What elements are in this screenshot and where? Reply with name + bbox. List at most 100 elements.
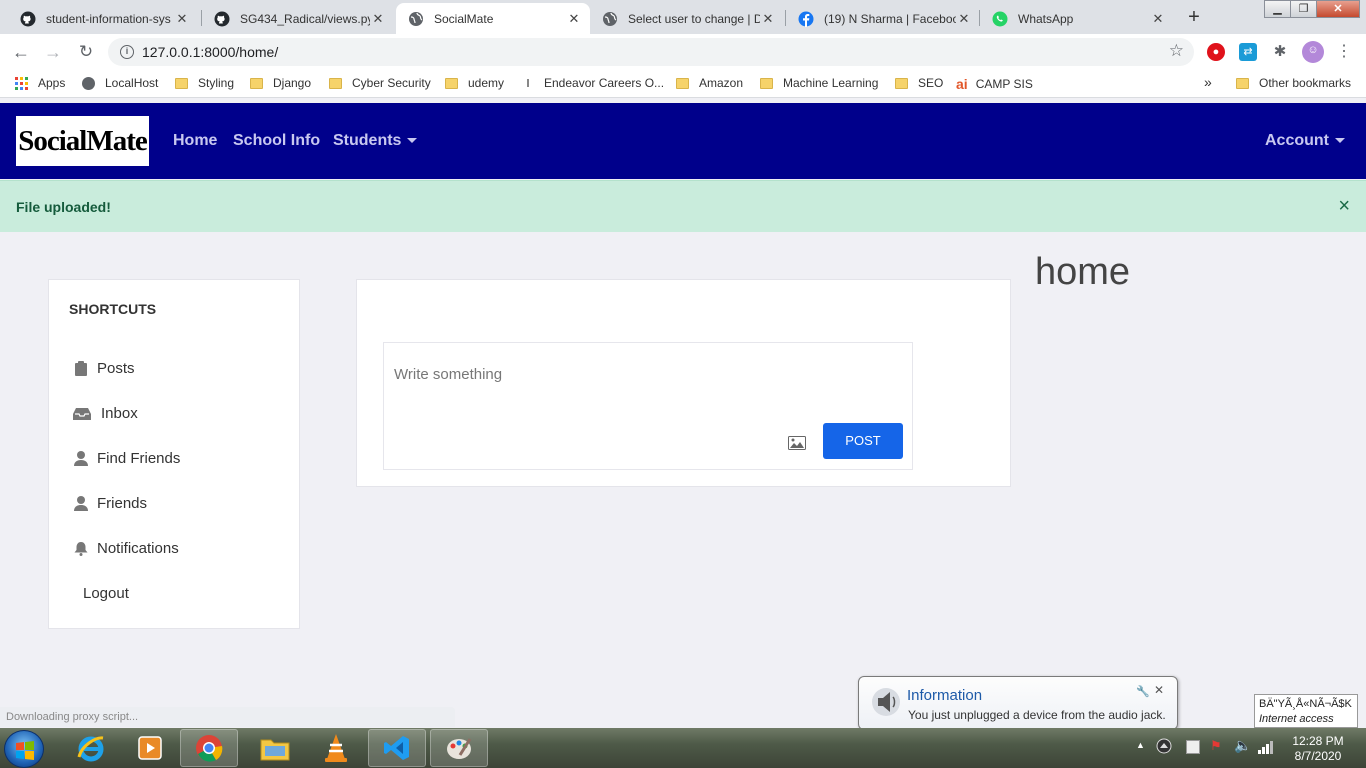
close-window-button[interactable]: ✕ [1316, 0, 1360, 18]
sidebar-item-find-friends[interactable]: Find Friends [73, 450, 180, 467]
close-tab-icon[interactable]: ✕ [956, 11, 972, 27]
new-tab-button[interactable]: + [1182, 6, 1206, 30]
folder-icon [1236, 77, 1249, 89]
tab-whatsapp[interactable]: WhatsApp ✕ [980, 3, 1174, 34]
internet-explorer-icon[interactable] [62, 729, 120, 767]
show-hidden-icons-arrow[interactable]: ▲ [1136, 740, 1145, 750]
globe-icon [82, 76, 95, 90]
sidebar-item-label: Posts [97, 360, 135, 377]
image-upload-icon[interactable] [788, 436, 806, 450]
chrome-taskbar-icon[interactable] [180, 729, 238, 767]
clock-date: 8/7/2020 [1294, 749, 1342, 763]
tab-title: WhatsApp [1018, 11, 1074, 26]
bookmark-other[interactable]: Other bookmarks [1236, 76, 1351, 90]
media-player-icon[interactable] [121, 729, 179, 767]
reload-icon[interactable]: ↻ [75, 42, 97, 62]
bookmark-endeavor[interactable]: Endeavor Careers O... [527, 76, 664, 90]
folder-icon [329, 77, 342, 89]
address-bar[interactable]: i 127.0.0.1:8000/home/ ☆ [108, 38, 1194, 66]
shortcuts-sidebar: SHORTCUTS Posts Inbox Find Friends Frien… [48, 279, 300, 629]
paint-icon[interactable] [430, 729, 488, 767]
alert-close-icon[interactable]: × [1338, 195, 1350, 218]
sidebar-item-label: Friends [97, 495, 148, 512]
close-tab-icon[interactable]: ✕ [566, 11, 582, 27]
bookmark-label: Endeavor Careers O... [544, 76, 665, 90]
nav-students-dropdown[interactable]: Students [333, 132, 418, 150]
tab-select-user[interactable]: Select user to change | D ✕ [590, 3, 784, 34]
translate-extension-icon[interactable]: ⇄ [1239, 43, 1257, 61]
taskbar-clock[interactable]: 12:28 PM 8/7/2020 [1284, 734, 1352, 764]
bookmark-cyber-security[interactable]: Cyber Security [329, 76, 431, 90]
bookmark-camp-sis[interactable]: ai CAMP SIS [956, 76, 1033, 92]
file-explorer-icon[interactable] [246, 729, 304, 767]
globe-icon [602, 11, 618, 27]
more-bookmarks-button[interactable]: » [1204, 74, 1212, 90]
profile-avatar-icon[interactable]: ☺ [1302, 41, 1324, 63]
bookmark-seo[interactable]: SEO [895, 76, 943, 90]
browser-status-bar: Downloading proxy script... [0, 707, 455, 727]
audio-device-icon[interactable] [1156, 738, 1172, 754]
bookmark-localhost[interactable]: LocalHost [82, 76, 158, 90]
tab-socialmate[interactable]: SocialMate ✕ [396, 3, 590, 34]
bookmark-star-icon[interactable]: ☆ [1169, 41, 1184, 61]
vlc-icon[interactable] [307, 729, 365, 767]
sidebar-item-posts[interactable]: Posts [73, 360, 135, 377]
close-tab-icon[interactable]: ✕ [174, 11, 190, 27]
tab-title: (19) N Sharma | Faceboo [824, 11, 956, 26]
close-tab-icon[interactable]: ✕ [760, 11, 776, 27]
sidebar-item-label: Find Friends [97, 450, 181, 467]
nav-account-dropdown[interactable]: Account [1265, 132, 1345, 150]
bookmark-machine-learning[interactable]: Machine Learning [760, 76, 878, 90]
back-icon[interactable]: ← [10, 42, 32, 62]
post-text-input[interactable] [384, 343, 912, 391]
minimize-button[interactable]: ▁ [1264, 0, 1291, 18]
post-composer: POST [383, 342, 913, 470]
sidebar-item-inbox[interactable]: Inbox [73, 405, 138, 422]
flag-alert-icon[interactable]: ⚑ [1210, 738, 1222, 754]
nav-home-link[interactable]: Home [173, 132, 217, 150]
notification-close-icon[interactable]: ✕ [1154, 683, 1164, 697]
maximize-button[interactable]: ❐ [1290, 0, 1317, 18]
browser-tab-strip: student-information-sys ✕ SG434_Radical/… [0, 0, 1366, 34]
post-button[interactable]: POST [823, 423, 903, 459]
bookmark-apps[interactable]: Apps [15, 76, 65, 90]
tab-student-information[interactable]: student-information-sys ✕ [8, 3, 198, 34]
tab-title: SG434_Radical/views.py [240, 11, 370, 26]
bookmark-amazon[interactable]: Amazon [676, 76, 743, 90]
page-title: home [1035, 251, 1131, 293]
nav-school-info-link[interactable]: School Info [233, 132, 320, 150]
user-icon [73, 496, 89, 512]
site-logo[interactable]: SocialMate [16, 116, 149, 166]
bookmark-udemy[interactable]: udemy [445, 76, 504, 90]
url-text[interactable]: 127.0.0.1:8000/home/ [142, 44, 278, 60]
sidebar-item-friends[interactable]: Friends [73, 495, 147, 512]
nav-students-label: Students [333, 132, 402, 149]
tab-title: student-information-sys [46, 11, 171, 26]
start-button[interactable] [4, 730, 44, 768]
close-tab-icon[interactable]: ✕ [1150, 11, 1166, 27]
info-icon[interactable]: i [120, 45, 134, 59]
post-composer-card: POST [356, 279, 1011, 487]
tab-views-py[interactable]: SG434_Radical/views.py ✕ [202, 3, 394, 34]
forward-icon[interactable]: → [42, 42, 64, 62]
sidebar-item-label: Logout [83, 585, 129, 602]
safely-remove-hardware-icon[interactable] [1186, 740, 1200, 754]
folder-icon [445, 77, 458, 89]
network-signal-icon[interactable] [1258, 740, 1274, 754]
site-navbar: SocialMate Home School Info Students Acc… [0, 103, 1366, 179]
menu-kebab-icon[interactable]: ⋮ [1333, 42, 1355, 62]
notification-balloon[interactable]: Information You just unplugged a device … [858, 676, 1178, 730]
tab-facebook[interactable]: (19) N Sharma | Faceboo ✕ [786, 3, 980, 34]
sidebar-item-notifications[interactable]: Notifications [73, 540, 179, 557]
close-tab-icon[interactable]: ✕ [370, 11, 386, 27]
bookmark-styling[interactable]: Styling [175, 76, 234, 90]
chevron-down-icon [1335, 138, 1345, 144]
sidebar-item-logout[interactable]: Logout [83, 585, 129, 602]
settings-wrench-icon[interactable]: 🔧 [1136, 685, 1150, 698]
extensions-puzzle-icon[interactable]: ✱ [1271, 43, 1289, 61]
bookmark-django[interactable]: Django [250, 76, 311, 90]
adblock-extension-icon[interactable]: ● [1207, 43, 1225, 61]
volume-icon[interactable]: 🔈 [1234, 737, 1251, 754]
notification-title: Information [907, 687, 983, 704]
vscode-icon[interactable] [368, 729, 426, 767]
